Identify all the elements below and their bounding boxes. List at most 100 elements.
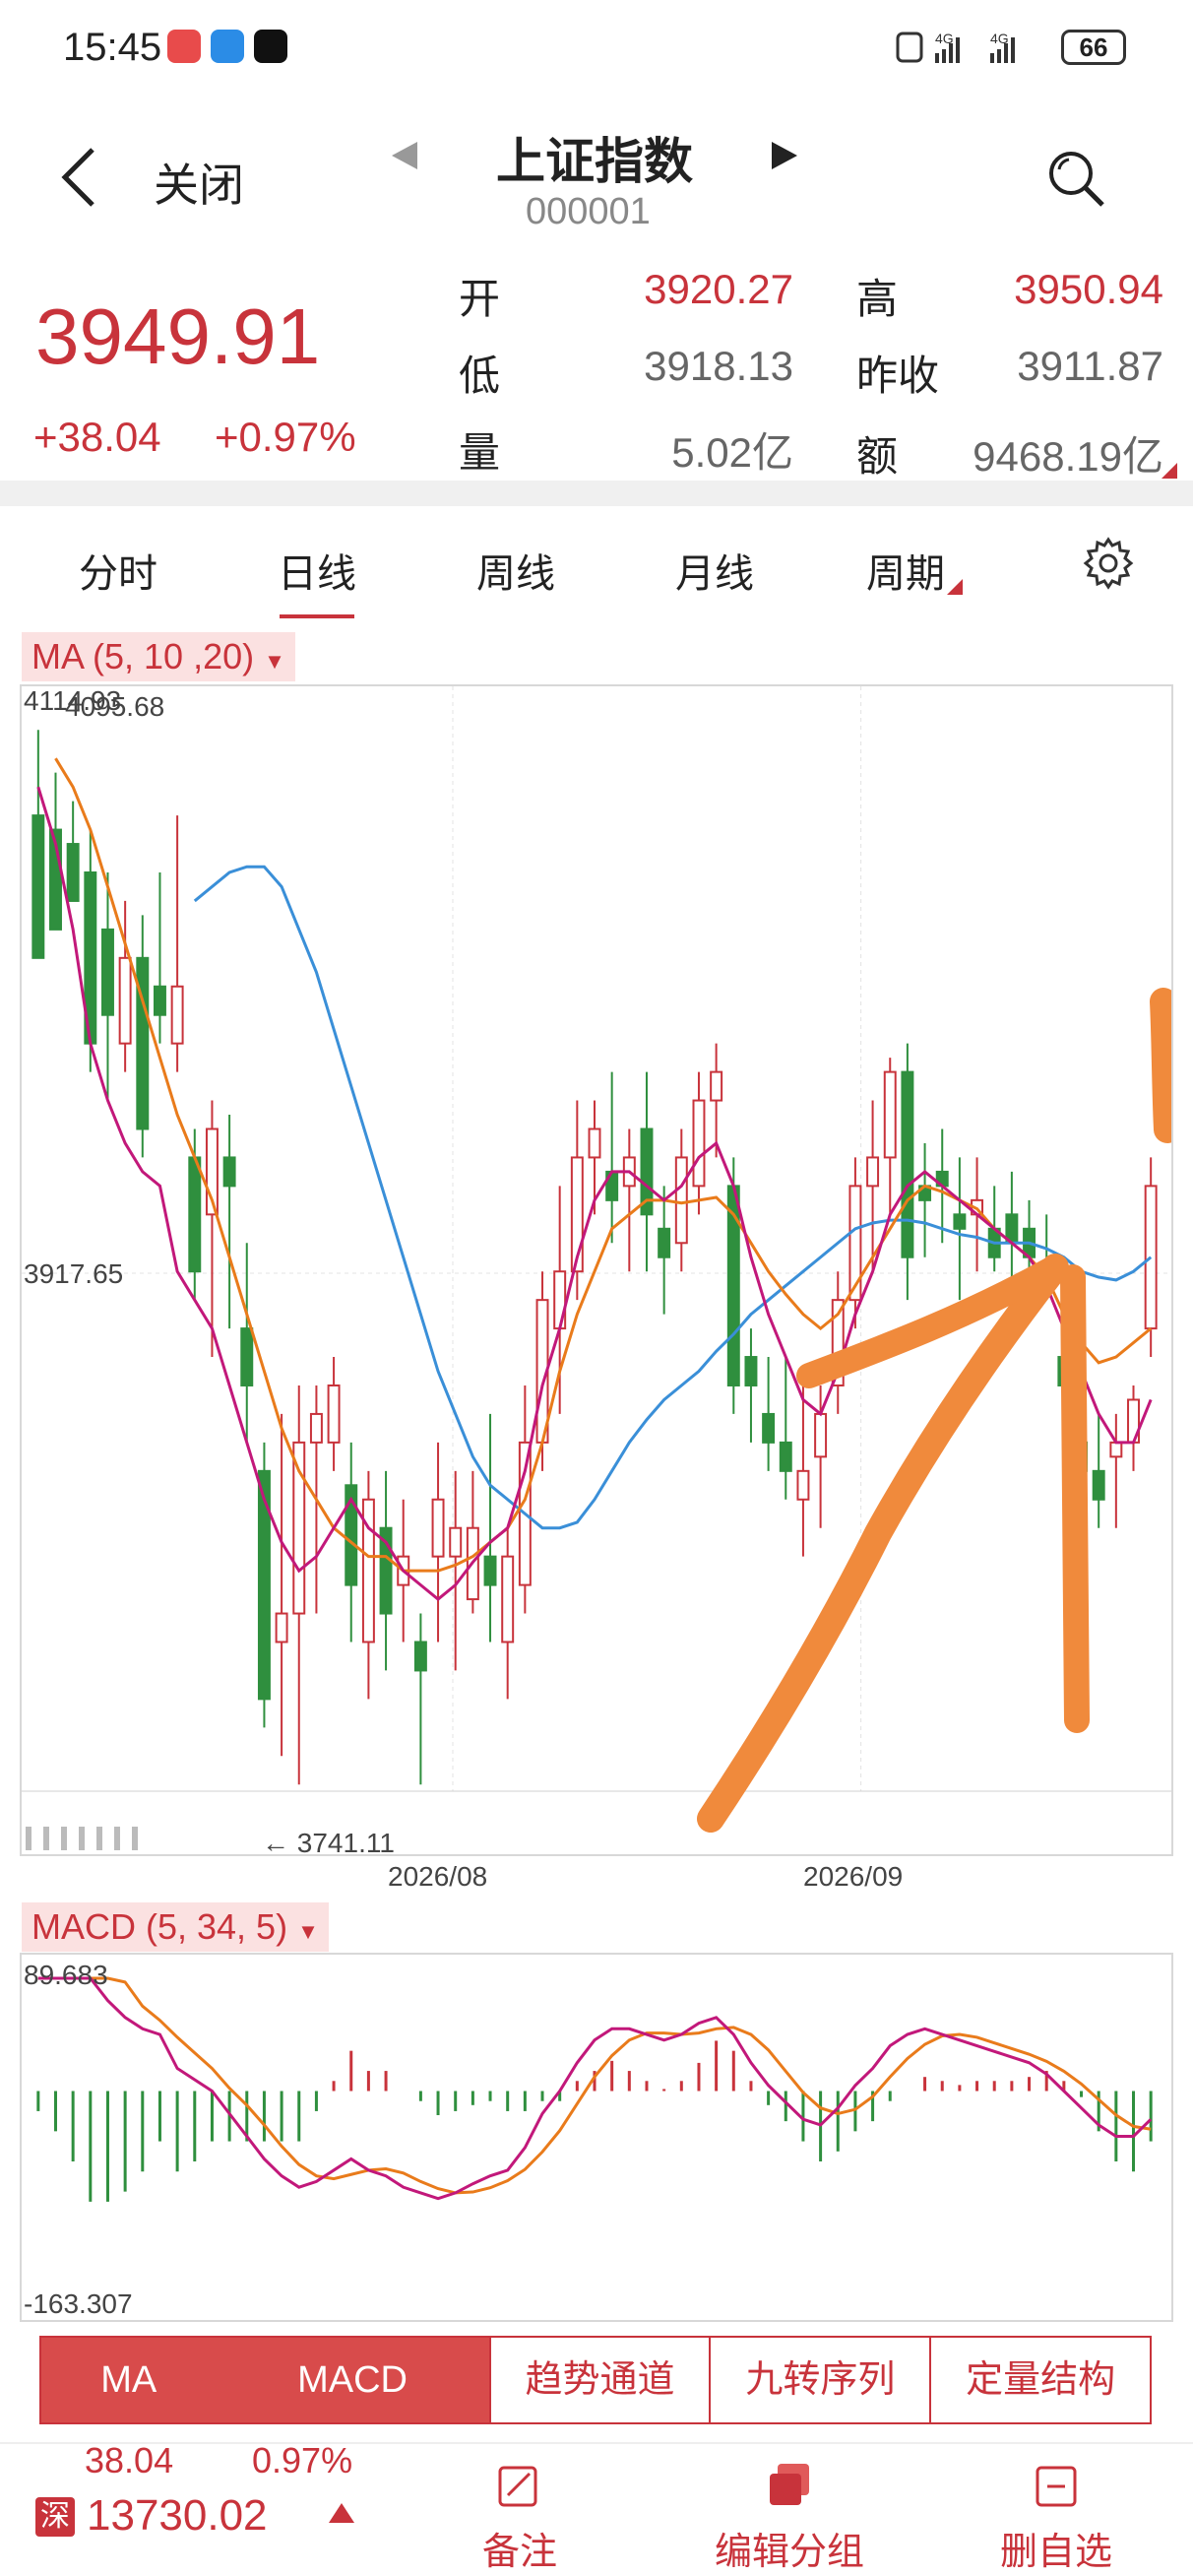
high-value: 3950.94 bbox=[1014, 266, 1163, 312]
ma-indicator-label: MA (5, 10 ,20) bbox=[31, 636, 255, 676]
candle-body bbox=[883, 1070, 897, 1159]
candle-body bbox=[1144, 1185, 1158, 1330]
period-dropdown-icon bbox=[947, 579, 963, 595]
sub-pct: 0.97% bbox=[252, 2440, 353, 2480]
tab-active-indicator bbox=[280, 614, 354, 618]
search-icon[interactable] bbox=[1045, 148, 1108, 211]
macd-histogram bbox=[36, 2040, 1153, 2202]
period-tabs: 分时 日线 周线 月线 周期 bbox=[0, 512, 1193, 620]
battery-indicator: 66 bbox=[1061, 30, 1126, 65]
indicator-button-bar: MA MACD 趋势通道 九转序列 定量结构 bbox=[39, 2336, 1152, 2424]
macd-min-label: -163.307 bbox=[24, 2288, 133, 2319]
tab-intraday[interactable]: 分时 bbox=[79, 542, 157, 599]
mid-price-label: 3917.65 bbox=[24, 1258, 123, 1289]
candle-body bbox=[501, 1555, 515, 1643]
low-value: 3918.13 bbox=[644, 343, 793, 389]
macd-chart[interactable]: 89.683 -163.307 bbox=[20, 1953, 1173, 2322]
market-tag: 深 bbox=[35, 2497, 75, 2537]
candle-body bbox=[1092, 1469, 1105, 1501]
bottom-bar: 38.04 0.97% 深 13730.02 备注 编辑分组 删自选 bbox=[0, 2440, 1193, 2576]
nine-sequence-button[interactable]: 九转序列 bbox=[709, 2338, 929, 2422]
candle-body bbox=[692, 1099, 706, 1188]
candle-body bbox=[953, 1213, 967, 1230]
note-icon[interactable] bbox=[494, 2462, 543, 2511]
candle-body bbox=[483, 1555, 497, 1586]
candle-body bbox=[744, 1356, 758, 1386]
tab-period[interactable]: 周期 bbox=[866, 542, 945, 599]
prev-close-label: 昨收 bbox=[856, 353, 940, 399]
date-label-sep: 2026/09 bbox=[803, 1861, 904, 1892]
candle-body bbox=[762, 1412, 776, 1444]
signal-4g-icon: 4G 4G bbox=[896, 31, 1015, 63]
low-price-label: ← 3741.11 bbox=[262, 1828, 395, 1854]
volume-label: 量 bbox=[459, 429, 501, 476]
candle-body bbox=[588, 1127, 601, 1159]
candle-body bbox=[275, 1612, 288, 1643]
annotation-mark bbox=[1150, 988, 1171, 1143]
quant-structure-button[interactable]: 定量结构 bbox=[929, 2338, 1150, 2422]
candle-body bbox=[901, 1070, 914, 1258]
macd-button[interactable]: MACD bbox=[216, 2338, 489, 2422]
candle-body bbox=[1109, 1441, 1123, 1458]
macd-svg: 89.683 -163.307 bbox=[24, 1960, 1153, 2319]
candle-body bbox=[327, 1384, 341, 1444]
candle-body bbox=[66, 843, 80, 902]
status-time: 15:45 bbox=[63, 26, 162, 69]
candle-body bbox=[101, 928, 114, 1016]
tab-weekly[interactable]: 周线 bbox=[476, 542, 555, 599]
macd-max-label: 89.683 bbox=[24, 1960, 108, 1990]
candle-body bbox=[118, 956, 132, 1045]
price-change-pct: +0.97% bbox=[215, 414, 356, 460]
candle-body bbox=[170, 985, 184, 1045]
candle-body bbox=[153, 985, 166, 1016]
remove-watchlist-icon[interactable] bbox=[1032, 2462, 1081, 2511]
candle-body bbox=[31, 814, 45, 959]
x-axis-labels: 2026/08 2026/09 bbox=[20, 1861, 1173, 1900]
candle-body bbox=[658, 1227, 671, 1258]
open-value: 3920.27 bbox=[644, 266, 793, 312]
candle-body bbox=[240, 1327, 254, 1386]
amount-value: 9468.19亿 bbox=[973, 433, 1163, 480]
macd-indicator-label: MACD (5, 34, 5) bbox=[31, 1906, 288, 1947]
last-price: 3949.91 bbox=[35, 292, 321, 380]
annotation-arrow-down bbox=[1060, 1264, 1090, 1733]
red-app-icon bbox=[167, 30, 201, 63]
macd-indicator-selector[interactable]: MACD (5, 34, 5) ▼ bbox=[22, 1902, 329, 1952]
chat-app-icon bbox=[211, 30, 244, 63]
volume-mini-bars bbox=[26, 1827, 138, 1850]
amount-label: 额 bbox=[856, 433, 899, 480]
corner-triangle-icon bbox=[1162, 463, 1177, 479]
tab-daily[interactable]: 日线 bbox=[278, 542, 356, 599]
candle-body bbox=[222, 1156, 236, 1188]
market-value: 13730.02 bbox=[87, 2491, 268, 2540]
triangle-right-icon[interactable] bbox=[766, 138, 801, 173]
ma-button[interactable]: MA bbox=[41, 2338, 217, 2422]
chevron-left-icon[interactable] bbox=[57, 146, 100, 209]
candle-body bbox=[779, 1441, 792, 1472]
edit-group-icon[interactable] bbox=[764, 2460, 815, 2511]
candlestick-svg: 4114.93 4095.68 3917.65 ← 3741.11 bbox=[22, 686, 1171, 1854]
volume-value: 5.02亿 bbox=[671, 429, 793, 476]
gear-icon[interactable] bbox=[1079, 534, 1138, 593]
note-button[interactable]: 备注 bbox=[482, 2521, 557, 2575]
ma-indicator-selector[interactable]: MA (5, 10 ,20) ▼ bbox=[22, 632, 295, 681]
candlestick-chart[interactable]: 4114.93 4095.68 3917.65 ← 3741.11 bbox=[20, 684, 1173, 1856]
tab-monthly[interactable]: 月线 bbox=[675, 542, 754, 599]
price-change: +38.04 bbox=[33, 414, 161, 460]
remove-watchlist-button[interactable]: 删自选 bbox=[1000, 2521, 1112, 2575]
candle-body bbox=[449, 1526, 463, 1558]
edit-group-button[interactable]: 编辑分组 bbox=[715, 2521, 864, 2575]
stock-code: 000001 bbox=[526, 191, 651, 232]
candle-body bbox=[431, 1498, 445, 1558]
candle-body bbox=[413, 1641, 427, 1672]
sub-change: 38.04 bbox=[85, 2440, 174, 2480]
candle-body bbox=[674, 1156, 688, 1245]
triangle-left-icon[interactable] bbox=[388, 138, 423, 173]
candle-body bbox=[553, 1270, 567, 1330]
candle-body bbox=[796, 1469, 810, 1501]
page-title: 上证指数 bbox=[496, 134, 693, 189]
top-price-label-2: 4095.68 bbox=[65, 691, 164, 722]
quote-panel: 3949.91 +38.04 +0.97% 开 3920.27 高 3950.9… bbox=[0, 256, 1193, 483]
trend-channel-button[interactable]: 趋势通道 bbox=[488, 2338, 710, 2422]
close-button[interactable]: 关闭 bbox=[154, 150, 244, 215]
